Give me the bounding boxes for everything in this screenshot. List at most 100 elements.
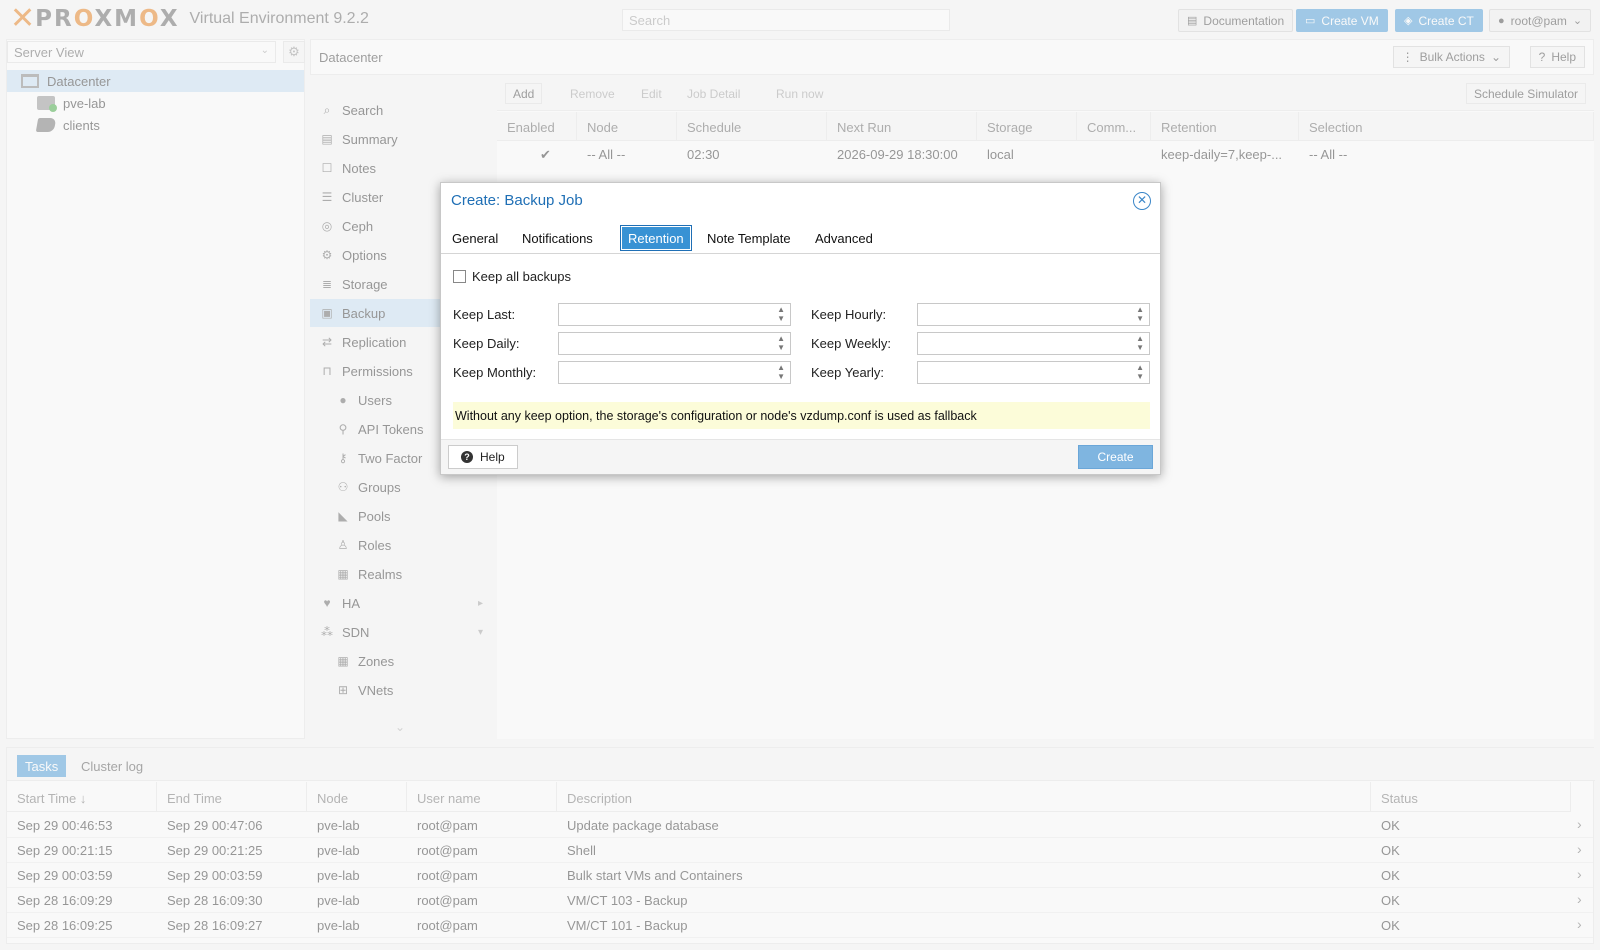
chevron-right-icon[interactable]: › bbox=[1577, 916, 1582, 932]
help-button[interactable]: ? Help bbox=[1529, 46, 1585, 68]
cell-storage: local bbox=[987, 147, 1014, 162]
chevron-right-icon[interactable]: › bbox=[1577, 841, 1582, 857]
proxmox-logo: ✕ PROXMOX Virtual Environment 9.2.2 bbox=[10, 4, 369, 34]
chevron-right-icon[interactable]: ▸ bbox=[478, 598, 483, 609]
add-button[interactable]: Add bbox=[505, 83, 543, 104]
create-button[interactable]: Create bbox=[1078, 445, 1153, 469]
server-view-select[interactable]: Server View ⌄ bbox=[7, 41, 276, 63]
keep-all-backups-checkbox[interactable]: Keep all backups bbox=[453, 269, 571, 284]
keep-hourly-input[interactable]: ▲ ▼ bbox=[917, 303, 1150, 326]
content-header: Datacenter ⋮ Bulk Actions ⌄ ? Help bbox=[310, 39, 1594, 75]
column-header[interactable]: Description bbox=[557, 782, 1371, 812]
column-header[interactable]: Schedule bbox=[677, 112, 827, 141]
spinner-arrows-icon[interactable]: ▲ ▼ bbox=[777, 305, 785, 323]
column-header[interactable]: Status bbox=[1371, 782, 1571, 812]
scroll-down-icon[interactable]: ⌄ bbox=[395, 720, 405, 734]
column-header[interactable]: Enabled bbox=[497, 112, 577, 141]
column-header[interactable]: Node bbox=[307, 782, 407, 812]
chevron-down-icon[interactable]: ▾ bbox=[478, 627, 483, 638]
create-ct-button[interactable]: ◈ Create CT bbox=[1395, 9, 1483, 32]
column-header[interactable]: End Time bbox=[157, 782, 307, 812]
nav-summary[interactable]: ▤ Summary bbox=[310, 125, 497, 153]
nav-groups[interactable]: ⚇ Groups bbox=[310, 473, 497, 501]
tab-tasks[interactable]: Tasks bbox=[17, 755, 67, 777]
user-menu-button[interactable]: ● root@pam ⌄ bbox=[1489, 9, 1592, 32]
dialog-help-button[interactable]: ? Help bbox=[448, 445, 518, 469]
chevron-down-icon: ⌄ bbox=[1572, 15, 1583, 27]
keep-monthly-input[interactable]: ▲ ▼ bbox=[558, 361, 791, 384]
key-icon: ⚲ bbox=[338, 422, 348, 436]
keep-weekly-input[interactable]: ▲ ▼ bbox=[917, 332, 1150, 355]
column-header[interactable]: Start Time ↓ bbox=[7, 782, 157, 812]
tab-advanced[interactable]: Advanced bbox=[809, 227, 879, 249]
address-book-icon: ▦ bbox=[337, 567, 349, 581]
chevron-right-icon[interactable]: › bbox=[1577, 816, 1582, 832]
chevron-down-icon: ⌄ bbox=[1490, 50, 1501, 64]
job-detail-button[interactable]: Job Detail bbox=[679, 83, 749, 104]
run-now-button[interactable]: Run now bbox=[768, 83, 832, 104]
tab-notifications[interactable]: Notifications bbox=[516, 227, 599, 249]
nav-ha[interactable]: ♥ HA ▸ bbox=[310, 589, 497, 617]
column-header[interactable]: Next Run bbox=[827, 112, 977, 141]
column-header[interactable]: Storage bbox=[977, 112, 1077, 141]
edit-button[interactable]: Edit bbox=[633, 83, 670, 104]
task-description: VM/CT 101 - Backup bbox=[567, 918, 688, 933]
table-row[interactable]: Sep 28 16:09:25 Sep 28 16:09:27 pve-lab … bbox=[7, 913, 1593, 938]
keep-last-input[interactable]: ▲ ▼ bbox=[558, 303, 791, 326]
spinner-arrows-icon[interactable]: ▲ ▼ bbox=[1136, 305, 1144, 323]
nav-roles[interactable]: ♙ Roles bbox=[310, 531, 497, 559]
close-icon[interactable]: ✕ bbox=[1133, 192, 1151, 210]
dialog-tabbar: General Notifications Retention Note Tem… bbox=[441, 219, 1160, 254]
tree-settings-button[interactable]: ⚙ bbox=[283, 41, 305, 63]
nav-realms[interactable]: ▦ Realms bbox=[310, 560, 497, 588]
tree-item-datacenter[interactable]: Datacenter bbox=[7, 70, 304, 92]
task-status: OK bbox=[1381, 868, 1400, 883]
table-row[interactable]: Sep 29 00:21:15 Sep 29 00:21:25 pve-lab … bbox=[7, 838, 1593, 863]
chevron-right-icon[interactable]: › bbox=[1577, 891, 1582, 907]
create-vm-button[interactable]: ▭ Create VM bbox=[1296, 9, 1388, 32]
nav-search[interactable]: ⌕ Search bbox=[310, 96, 497, 124]
nav-zones[interactable]: ▦ Zones bbox=[310, 647, 497, 675]
remove-button[interactable]: Remove bbox=[562, 83, 623, 104]
task-end: Sep 29 00:47:06 bbox=[167, 818, 263, 833]
spinner-arrows-icon[interactable]: ▲ ▼ bbox=[777, 363, 785, 381]
cell-node: -- All -- bbox=[587, 147, 626, 162]
keep-daily-input[interactable]: ▲ ▼ bbox=[558, 332, 791, 355]
schedule-simulator-button[interactable]: Schedule Simulator bbox=[1465, 83, 1586, 104]
task-end: Sep 28 16:09:30 bbox=[167, 893, 263, 908]
unlock-icon: ⊓ bbox=[322, 364, 332, 378]
tree-item-clients[interactable]: clients bbox=[7, 114, 304, 136]
nav-sdn[interactable]: ⁂ SDN ▾ bbox=[310, 618, 497, 646]
column-header[interactable]: Retention bbox=[1151, 112, 1299, 141]
chevron-right-icon[interactable]: › bbox=[1577, 866, 1582, 882]
documentation-button[interactable]: ▤ Documentation bbox=[1178, 9, 1294, 32]
keep-yearly-input[interactable]: ▲ ▼ bbox=[917, 361, 1150, 384]
column-header[interactable]: Node bbox=[577, 112, 677, 141]
column-header[interactable]: User name bbox=[407, 782, 557, 812]
nav-pools[interactable]: ◣ Pools bbox=[310, 502, 497, 530]
nav-notes[interactable]: ☐ Notes bbox=[310, 154, 497, 182]
global-search-input[interactable]: Search bbox=[622, 9, 950, 31]
table-row[interactable]: Sep 29 00:03:59 Sep 29 00:03:59 pve-lab … bbox=[7, 863, 1593, 888]
cell-comment bbox=[1077, 142, 1151, 167]
th-icon: ▦ bbox=[337, 654, 349, 668]
datacenter-icon bbox=[21, 74, 39, 88]
table-row[interactable]: Sep 29 00:46:53 Sep 29 00:47:06 pve-lab … bbox=[7, 813, 1593, 838]
tab-note-template[interactable]: Note Template bbox=[701, 227, 797, 249]
tab-general[interactable]: General bbox=[446, 227, 504, 249]
tree-item-pve-lab[interactable]: pve-lab bbox=[7, 92, 304, 114]
bulk-actions-button[interactable]: ⋮ Bulk Actions ⌄ bbox=[1392, 46, 1510, 68]
sitemap-icon: ⊞ bbox=[337, 683, 349, 697]
spinner-arrows-icon[interactable]: ▲ ▼ bbox=[777, 334, 785, 352]
tasks-panel: Tasks Cluster log Start Time ↓ End Time … bbox=[6, 747, 1595, 944]
checkbox-box[interactable] bbox=[453, 270, 466, 283]
task-status: OK bbox=[1381, 843, 1400, 858]
table-row[interactable]: Sep 28 16:09:29 Sep 28 16:09:30 pve-lab … bbox=[7, 888, 1593, 913]
column-header[interactable]: Comm... bbox=[1077, 112, 1151, 141]
nav-vnets[interactable]: ⊞ VNets bbox=[310, 676, 497, 704]
spinner-arrows-icon[interactable]: ▲ ▼ bbox=[1136, 334, 1144, 352]
spinner-arrows-icon[interactable]: ▲ ▼ bbox=[1136, 363, 1144, 381]
tab-cluster-log[interactable]: Cluster log bbox=[73, 755, 151, 777]
column-header[interactable]: Selection bbox=[1299, 112, 1594, 141]
tab-retention[interactable]: Retention bbox=[620, 225, 692, 251]
